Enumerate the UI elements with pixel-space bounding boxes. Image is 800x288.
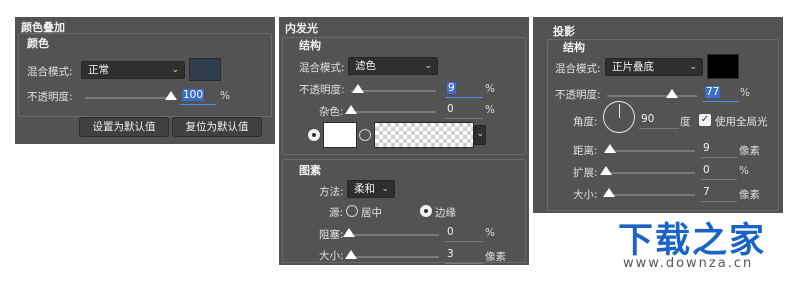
color-section-label: 颜色 bbox=[27, 37, 49, 50]
size-label: 大小: bbox=[573, 189, 598, 201]
opacity-slider-thumb[interactable] bbox=[352, 84, 364, 93]
opacity-unit: % bbox=[485, 83, 495, 95]
opacity-input[interactable]: 77 bbox=[703, 84, 739, 102]
method-label: 方法: bbox=[319, 186, 344, 198]
drop-shadow-panel: 投影 结构 混合模式: 正片叠底 ⌄ 不透明度: 77 % 角度: 90 度 ✓… bbox=[533, 17, 783, 213]
chevron-down-icon: ⌄ bbox=[689, 62, 697, 72]
choke-slider-thumb[interactable] bbox=[343, 228, 355, 237]
opacity-slider-track[interactable] bbox=[607, 95, 697, 97]
source-center-radio[interactable] bbox=[346, 205, 358, 217]
distance-slider-track[interactable] bbox=[605, 150, 695, 152]
size-input[interactable]: 7 bbox=[701, 184, 737, 202]
opacity-unit: % bbox=[220, 90, 230, 102]
chevron-down-icon: ⌄ bbox=[171, 65, 179, 75]
opacity-unit: % bbox=[740, 87, 750, 99]
opacity-slider-thumb[interactable] bbox=[666, 89, 678, 98]
choke-unit: % bbox=[485, 227, 495, 239]
opacity-label: 不透明度: bbox=[299, 84, 345, 96]
opacity-label: 不透明度: bbox=[555, 89, 601, 101]
spread-input[interactable]: 0 bbox=[701, 162, 737, 180]
opacity-slider-thumb[interactable] bbox=[165, 91, 177, 100]
overlay-color-swatch[interactable] bbox=[189, 58, 221, 81]
source-edge-radio[interactable] bbox=[420, 205, 432, 217]
noise-label: 杂色: bbox=[319, 106, 344, 118]
spread-slider-track[interactable] bbox=[605, 172, 695, 174]
choke-input[interactable]: 0 bbox=[445, 224, 483, 242]
solid-color-radio[interactable] bbox=[308, 129, 320, 141]
global-light-label: 使用全局光 bbox=[715, 116, 768, 128]
gradient-radio[interactable] bbox=[359, 129, 371, 141]
distance-unit: 像素 bbox=[739, 145, 760, 157]
angle-unit: 度 bbox=[680, 116, 691, 128]
shadow-color-swatch[interactable] bbox=[707, 54, 739, 79]
spread-unit: % bbox=[739, 165, 749, 177]
blend-mode-value: 正常 bbox=[88, 64, 109, 76]
distance-label: 距离: bbox=[573, 145, 598, 157]
angle-input[interactable]: 90 bbox=[639, 111, 679, 129]
source-label: 源: bbox=[329, 207, 344, 219]
angle-label: 角度: bbox=[573, 116, 598, 128]
elements-label: 图素 bbox=[299, 164, 321, 177]
opacity-input[interactable]: 100 bbox=[180, 87, 216, 105]
structure-label: 结构 bbox=[299, 39, 321, 52]
color-overlay-panel: 颜色叠加 颜色 混合模式: 正常 ⌄ 不透明度: 100 % 设置为默认值 复位… bbox=[15, 17, 275, 144]
set-default-button[interactable]: 设置为默认值 bbox=[79, 117, 169, 137]
checkmark-icon[interactable]: ✓ bbox=[699, 114, 711, 126]
gradient-dropdown[interactable]: ⌄ bbox=[474, 125, 486, 145]
spread-label: 扩展: bbox=[573, 167, 598, 179]
blend-mode-label: 混合模式: bbox=[555, 63, 601, 75]
distance-slider-thumb[interactable] bbox=[604, 144, 616, 153]
drop-shadow-title: 投影 bbox=[553, 25, 575, 38]
noise-unit: % bbox=[485, 104, 495, 116]
choke-slider-track[interactable] bbox=[349, 234, 439, 236]
size-label: 大小: bbox=[319, 250, 344, 262]
size-slider-thumb[interactable] bbox=[603, 188, 615, 197]
distance-input[interactable]: 9 bbox=[701, 140, 737, 158]
noise-input[interactable]: 0 bbox=[445, 101, 483, 119]
blend-mode-dropdown[interactable]: 正片叠底 ⌄ bbox=[605, 58, 703, 76]
opacity-label: 不透明度: bbox=[27, 91, 73, 103]
source-center-label: 居中 bbox=[361, 207, 382, 219]
blend-mode-label: 混合模式: bbox=[27, 66, 73, 78]
size-unit: 像素 bbox=[739, 189, 760, 201]
method-dropdown[interactable]: 柔和 ⌄ bbox=[347, 180, 395, 198]
size-slider-track[interactable] bbox=[349, 256, 439, 258]
chevron-down-icon: ⌄ bbox=[476, 129, 484, 139]
source-edge-label: 边缘 bbox=[435, 207, 456, 219]
inner-glow-title: 内发光 bbox=[285, 22, 318, 35]
noise-slider-track[interactable] bbox=[351, 111, 436, 113]
glow-color-swatch[interactable] bbox=[323, 122, 357, 148]
watermark-url: www.downza.cn bbox=[623, 256, 754, 271]
opacity-input[interactable]: 9 bbox=[445, 80, 483, 98]
size-input[interactable]: 3 bbox=[445, 246, 483, 264]
blend-mode-dropdown[interactable]: 正常 ⌄ bbox=[81, 61, 185, 79]
opacity-slider-track[interactable] bbox=[85, 97, 175, 99]
reset-default-button[interactable]: 复位为默认值 bbox=[172, 117, 262, 137]
size-unit: 像素 bbox=[485, 251, 506, 263]
spread-slider-thumb[interactable] bbox=[600, 166, 612, 175]
gradient-picker[interactable] bbox=[374, 122, 474, 148]
blend-mode-label: 混合模式: bbox=[299, 62, 345, 74]
chevron-down-icon: ⌄ bbox=[424, 61, 432, 71]
inner-glow-panel: 内发光 结构 混合模式: 滤色 ⌄ 不透明度: 9 % 杂色: 0 % ⌄ 图素… bbox=[279, 17, 529, 265]
structure-label: 结构 bbox=[563, 41, 585, 54]
noise-slider-thumb[interactable] bbox=[345, 105, 357, 114]
size-slider-track[interactable] bbox=[605, 194, 695, 196]
blend-mode-value: 滤色 bbox=[355, 60, 376, 72]
blend-mode-dropdown[interactable]: 滤色 ⌄ bbox=[348, 57, 438, 75]
size-slider-thumb[interactable] bbox=[345, 250, 357, 259]
choke-label: 阻塞: bbox=[319, 229, 344, 241]
angle-dial-icon[interactable] bbox=[603, 101, 635, 133]
method-value: 柔和 bbox=[354, 183, 375, 195]
chevron-down-icon: ⌄ bbox=[381, 184, 389, 194]
blend-mode-value: 正片叠底 bbox=[612, 61, 654, 73]
